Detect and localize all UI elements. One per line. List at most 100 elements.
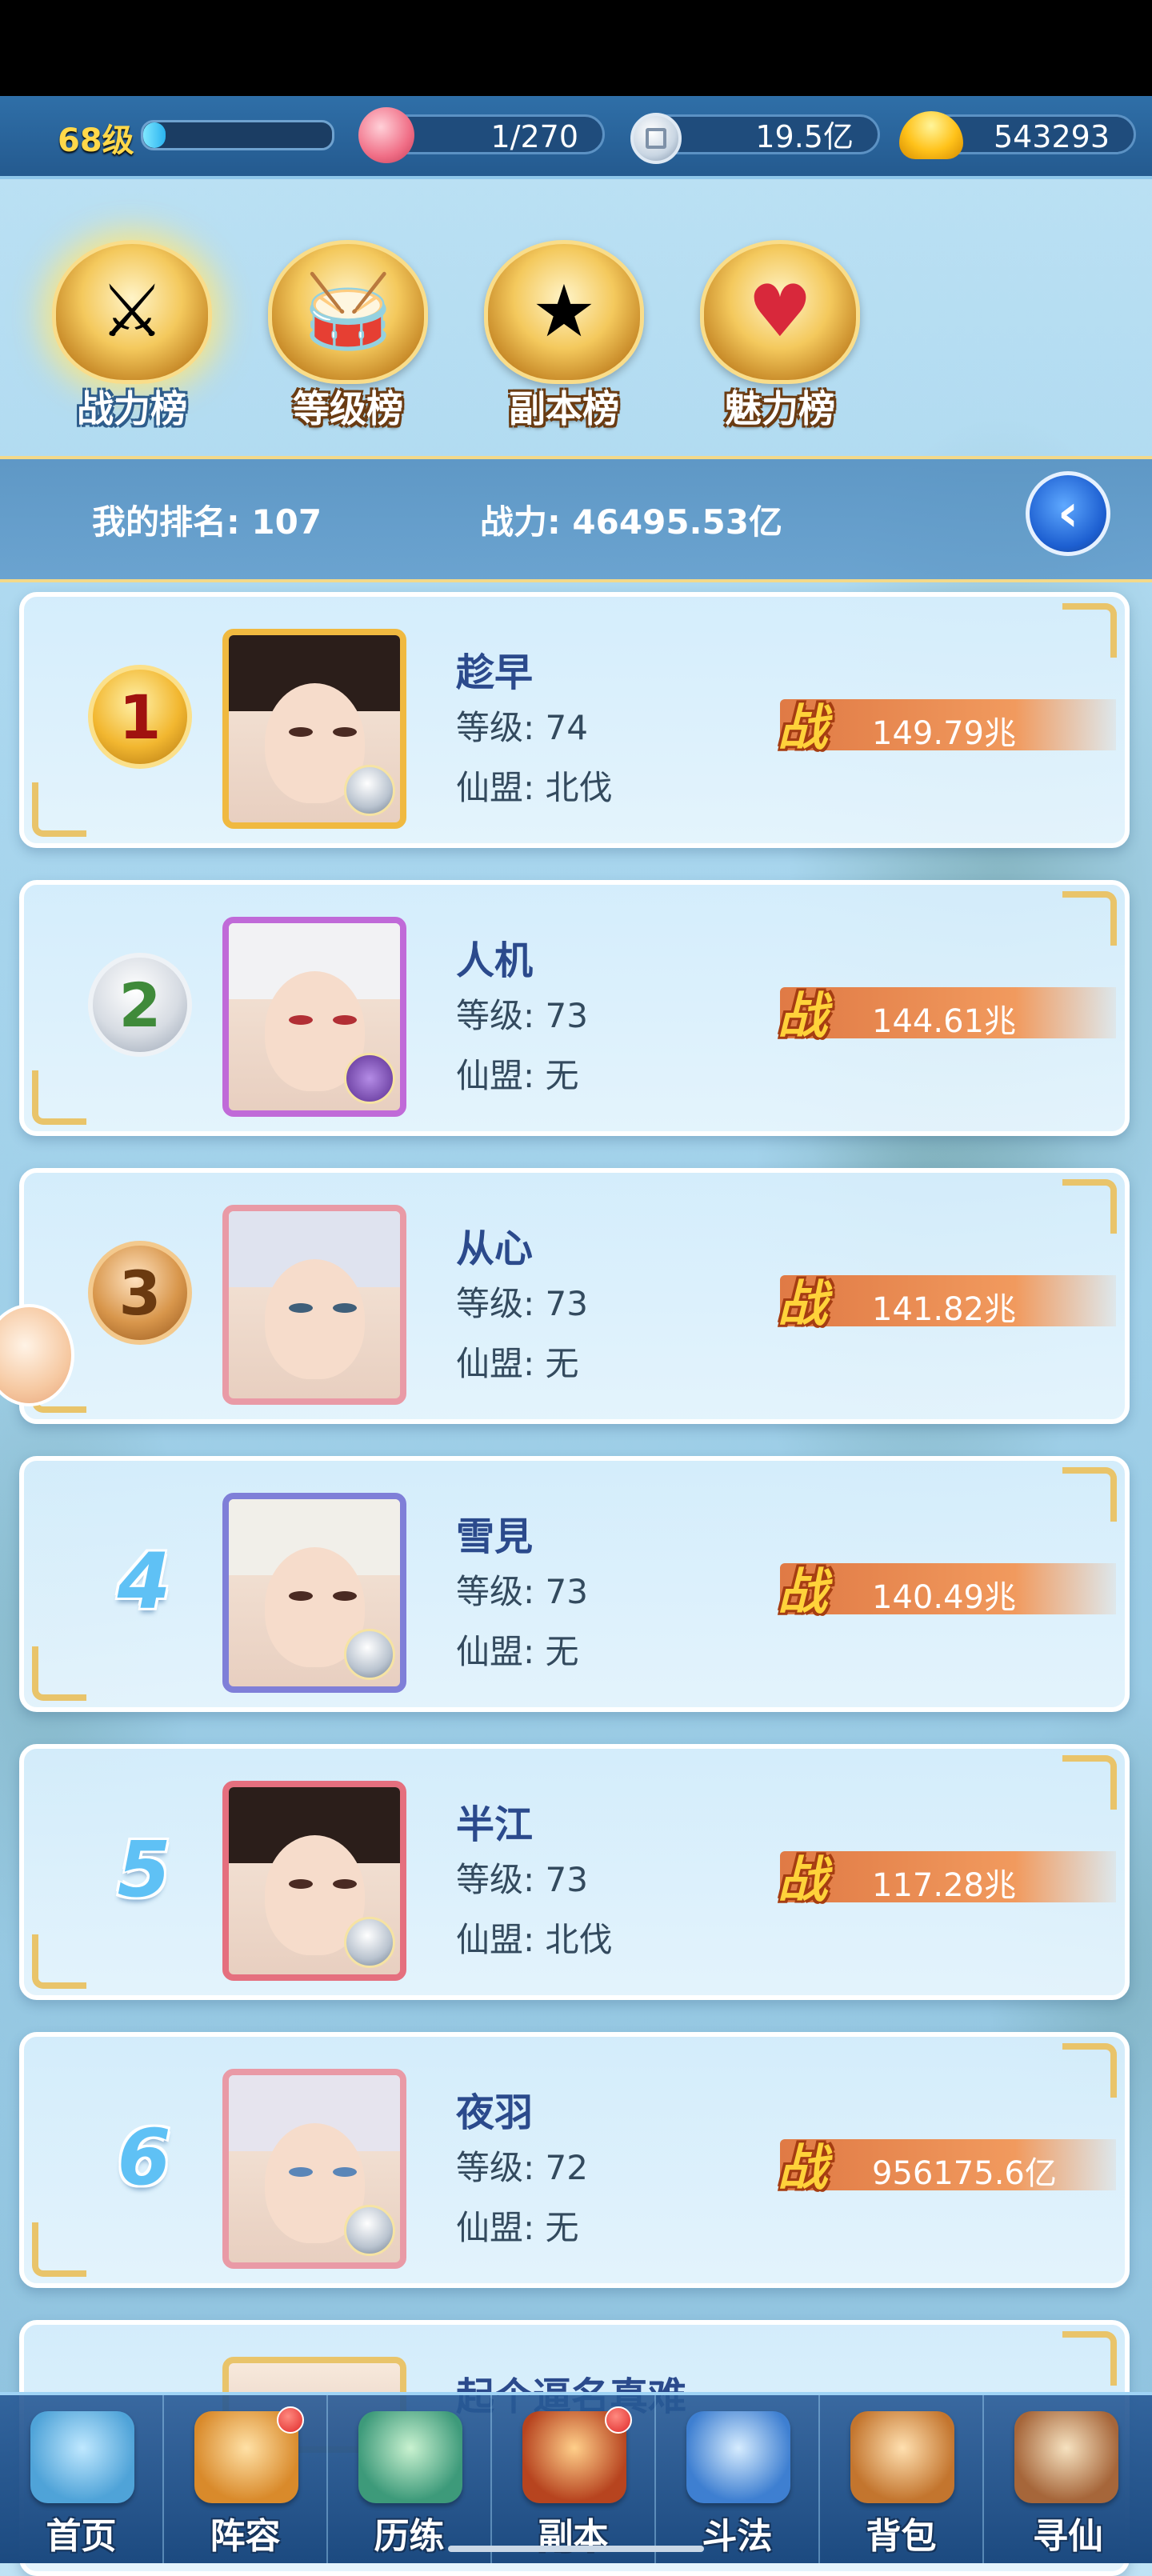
rank-badge-icon xyxy=(344,1629,395,1680)
corner-ornament xyxy=(32,782,86,837)
ranking-row[interactable]: 3 从心 等级: 73 仙盟: 无 战 141.82兆 xyxy=(19,1168,1130,1424)
bronze-medal-icon: 3 xyxy=(88,1241,192,1345)
nav-lineup[interactable]: 阵容 xyxy=(164,2395,328,2563)
power-value: 149.79兆 xyxy=(872,715,1016,752)
player-guild: 仙盟: 无 xyxy=(456,1344,579,1383)
corner-ornament xyxy=(1062,2331,1117,2386)
nav-label: 首页 xyxy=(46,2516,117,2557)
rank-badge-icon xyxy=(344,1917,395,1968)
ranking-row[interactable]: 4 雪見 等级: 73 仙盟: 无 战 140.49兆 xyxy=(19,1456,1130,1712)
power-value: 144.61兆 xyxy=(872,1003,1016,1040)
avatar[interactable] xyxy=(222,1781,406,1981)
ranking-row[interactable]: 6 夜羽 等级: 72 仙盟: 无 战 956175.6亿 xyxy=(19,2032,1130,2288)
rank-number: 5 xyxy=(117,1825,171,1914)
nav-backpack[interactable]: 背包 xyxy=(820,2395,984,2563)
player-guild: 仙盟: 北伐 xyxy=(456,1920,613,1959)
nav-label: 寻仙 xyxy=(1033,2516,1103,2557)
home-island-icon xyxy=(30,2411,134,2503)
stamina-value: 1/270 xyxy=(490,119,578,154)
bottom-navigation: 首页 阵容 历练 副本 斗法 背包 寻仙 xyxy=(0,2392,1152,2563)
training-gourd-icon xyxy=(358,2411,462,2503)
back-arrow-icon: ‹ xyxy=(1057,484,1079,543)
power-value: 140.49兆 xyxy=(872,1579,1016,1616)
peach-icon xyxy=(358,107,414,163)
player-name: 夜羽 xyxy=(456,2090,534,2135)
avatar[interactable] xyxy=(222,2069,406,2269)
player-name: 从心 xyxy=(456,1226,534,1271)
notification-dot xyxy=(605,2406,632,2434)
silver-coin-icon xyxy=(630,113,682,164)
corner-ornament xyxy=(1062,1467,1117,1522)
power-band: 战 149.79兆 xyxy=(778,698,1116,757)
ranking-tabs: ⚔ 战力榜 🥁 等级榜 ★ 副本榜 ♥ 魅力榜 xyxy=(0,200,1152,432)
rank-badge-icon xyxy=(344,1053,395,1104)
gold-value: 543293 xyxy=(993,119,1110,154)
battle-power-icon: 战 xyxy=(777,986,827,1045)
ranking-row[interactable]: 5 半江 等级: 73 仙盟: 北伐 战 117.28兆 xyxy=(19,1744,1130,2000)
corner-ornament xyxy=(32,1646,86,1701)
xp-bar-fill xyxy=(143,122,166,148)
player-level: 等级: 73 xyxy=(456,1860,588,1899)
power-band: 战 956175.6亿 xyxy=(778,2138,1116,2197)
player-level: 等级: 74 xyxy=(456,708,588,747)
tab-dungeon-ranking[interactable]: ★ 副本榜 xyxy=(468,240,660,432)
system-status-bar xyxy=(0,0,1152,96)
player-guild: 仙盟: 无 xyxy=(456,2208,579,2247)
avatar[interactable] xyxy=(222,917,406,1117)
nav-battle[interactable]: 斗法 xyxy=(656,2395,820,2563)
corner-ornament xyxy=(1062,1755,1117,1810)
backpack-icon xyxy=(850,2411,954,2503)
player-guild: 仙盟: 无 xyxy=(456,1632,579,1671)
scroll-search-icon xyxy=(1014,2411,1118,2503)
nav-label: 阵容 xyxy=(210,2516,281,2557)
power-band: 战 117.28兆 xyxy=(778,1850,1116,1909)
tab-charm-ranking[interactable]: ♥ 魅力榜 xyxy=(684,240,876,432)
tab-label: 魅力榜 xyxy=(725,387,835,430)
rank-number: 6 xyxy=(117,2113,171,2202)
home-indicator xyxy=(448,2546,704,2552)
battle-crest-icon xyxy=(686,2411,790,2503)
nav-home[interactable]: 首页 xyxy=(0,2395,164,2563)
ranking-row[interactable]: 1 趁早 等级: 74 仙盟: 北伐 战 149.79兆 xyxy=(19,592,1130,848)
drum-emblem-icon: 🥁 xyxy=(268,240,428,384)
player-guild: 仙盟: 无 xyxy=(456,1056,579,1095)
power-value: 117.28兆 xyxy=(872,1867,1016,1904)
player-level: 68级 xyxy=(58,122,134,159)
my-rank-bar: 我的排名: 107 战力: 46495.53亿 xyxy=(0,456,1152,582)
tab-label: 副本榜 xyxy=(509,387,619,430)
avatar[interactable] xyxy=(222,629,406,829)
player-name: 半江 xyxy=(456,1802,534,1847)
nav-seek-immortal[interactable]: 寻仙 xyxy=(984,2395,1152,2563)
silver-display[interactable]: 19.5亿 xyxy=(648,114,880,154)
tab-power-ranking[interactable]: ⚔ 战力榜 xyxy=(36,240,228,432)
my-power: 战力: 46495.53亿 xyxy=(480,502,782,542)
nav-training[interactable]: 历练 xyxy=(328,2395,492,2563)
avatar[interactable] xyxy=(222,1205,406,1405)
stamina-display[interactable]: 1/270 xyxy=(384,114,605,154)
avatar[interactable] xyxy=(222,1493,406,1693)
power-band: 战 141.82兆 xyxy=(778,1274,1116,1333)
player-level: 等级: 73 xyxy=(456,1284,588,1323)
ranking-row[interactable]: 2 人机 等级: 73 仙盟: 无 战 144.61兆 xyxy=(19,880,1130,1136)
corner-ornament xyxy=(32,1070,86,1125)
corner-ornament xyxy=(1062,1179,1117,1234)
silver-value: 19.5亿 xyxy=(755,119,854,154)
player-level: 等级: 73 xyxy=(456,1572,588,1611)
corner-ornament xyxy=(32,2222,86,2277)
tab-level-ranking[interactable]: 🥁 等级榜 xyxy=(252,240,444,432)
player-name: 雪見 xyxy=(456,1514,534,1559)
corner-ornament xyxy=(1062,603,1117,658)
player-name: 趁早 xyxy=(456,650,534,695)
player-level: 等级: 73 xyxy=(456,996,588,1035)
battle-power-icon: 战 xyxy=(777,2138,827,2197)
notification-dot xyxy=(277,2406,304,2434)
stars-emblem-icon: ★ xyxy=(484,240,644,384)
power-value: 141.82兆 xyxy=(872,1291,1016,1328)
nav-dungeon[interactable]: 副本 xyxy=(492,2395,656,2563)
tab-label: 战力榜 xyxy=(77,387,187,430)
back-button[interactable]: ‹ xyxy=(1026,471,1110,556)
power-band: 战 140.49兆 xyxy=(778,1562,1116,1621)
player-level: 等级: 72 xyxy=(456,2148,588,2187)
rank-badge-icon xyxy=(344,2205,395,2256)
battle-power-icon: 战 xyxy=(777,698,827,757)
